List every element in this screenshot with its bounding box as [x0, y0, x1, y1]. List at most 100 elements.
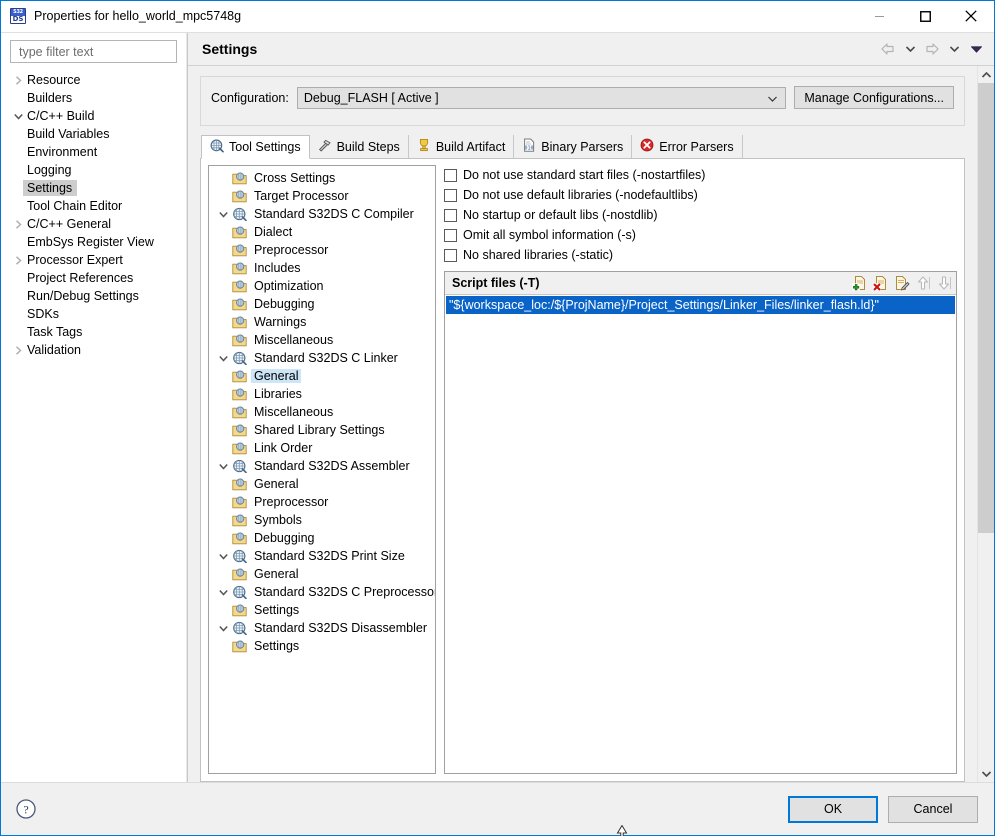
chevron-right-icon[interactable] — [11, 75, 25, 85]
option-checkbox-row[interactable]: No shared libraries (-static) — [444, 245, 957, 265]
close-button[interactable] — [948, 0, 994, 32]
delete-icon[interactable] — [872, 274, 890, 292]
tool-tree-item[interactable]: Standard S32DS C Preprocessor — [209, 583, 435, 601]
tool-tree-item[interactable]: Standard S32DS Disassembler — [209, 619, 435, 637]
manage-configurations-button[interactable]: Manage Configurations... — [794, 86, 954, 109]
sidebar-item-environment[interactable]: Environment — [1, 143, 186, 161]
sidebar-item-c-c-general[interactable]: C/C++ General — [1, 215, 186, 233]
maximize-button[interactable] — [902, 0, 948, 32]
filter-box[interactable] — [10, 40, 177, 63]
sidebar-item-build-variables[interactable]: Build Variables — [1, 125, 186, 143]
tool-tree-item[interactable]: Link Order — [209, 439, 435, 457]
forward-arrow-icon[interactable] — [922, 39, 942, 59]
option-checkbox-row[interactable]: Do not use standard start files (-nostar… — [444, 165, 957, 185]
ok-button[interactable]: OK — [788, 795, 878, 823]
sidebar-item-processor-expert[interactable]: Processor Expert — [1, 251, 186, 269]
tab-build-steps[interactable]: Build Steps — [309, 135, 409, 158]
chevron-down-icon[interactable] — [215, 588, 231, 597]
configuration-select[interactable]: Debug_FLASH [ Active ] — [296, 86, 787, 109]
tool-tree-item[interactable]: General — [209, 475, 435, 493]
edit-icon[interactable] — [893, 274, 911, 292]
sidebar-item-validation[interactable]: Validation — [1, 341, 186, 359]
script-files-list[interactable]: "${workspace_loc:/${ProjName}/Project_Se… — [445, 295, 956, 773]
tab-tool-settings[interactable]: Tool Settings — [201, 135, 310, 159]
option-checkbox-row[interactable]: Omit all symbol information (-s) — [444, 225, 957, 245]
tool-tree-item[interactable]: Optimization — [209, 277, 435, 295]
sidebar-item-tool-chain-editor[interactable]: Tool Chain Editor — [1, 197, 186, 215]
sidebar-item-run-debug-settings[interactable]: Run/Debug Settings — [1, 287, 186, 305]
forward-chevron-down-icon[interactable] — [944, 39, 964, 59]
tool-tree-item[interactable]: Standard S32DS C Linker — [209, 349, 435, 367]
scrollbar-track[interactable] — [978, 83, 994, 765]
sidebar-item-task-tags[interactable]: Task Tags — [1, 323, 186, 341]
tool-tree-item[interactable]: Cross Settings — [209, 169, 435, 187]
tool-tree-item[interactable]: General — [209, 565, 435, 583]
checkbox-icon[interactable] — [444, 188, 457, 202]
sidebar-item-c-c-build[interactable]: C/C++ Build — [1, 107, 186, 125]
sidebar-item-resource[interactable]: Resource — [1, 71, 186, 89]
chevron-down-icon[interactable] — [11, 112, 25, 121]
option-checkbox-row[interactable]: Do not use default libraries (-nodefault… — [444, 185, 957, 205]
filter-input[interactable] — [17, 43, 170, 60]
chevron-down-icon[interactable] — [215, 210, 231, 219]
minimize-button[interactable] — [856, 0, 902, 32]
move-down-icon — [935, 274, 953, 292]
s32ds-icon-bottom-text: DS — [12, 15, 24, 23]
sidebar-item-builders[interactable]: Builders — [1, 89, 186, 107]
checkbox-icon[interactable] — [444, 248, 457, 262]
checkbox-icon[interactable] — [444, 168, 457, 182]
tab-build-artifact[interactable]: Build Artifact — [408, 135, 515, 158]
view-menu-icon[interactable] — [966, 39, 986, 59]
sidebar-item-settings[interactable]: Settings — [1, 179, 186, 197]
sidebar-item-logging[interactable]: Logging — [1, 161, 186, 179]
chevron-down-icon[interactable] — [215, 552, 231, 561]
option-checkbox-row[interactable]: No startup or default libs (-nostdlib) — [444, 205, 957, 225]
tool-tree-item[interactable]: Settings — [209, 637, 435, 655]
checkbox-icon[interactable] — [444, 208, 457, 222]
help-icon[interactable]: ? — [15, 798, 37, 820]
tool-tree-item[interactable]: Miscellaneous — [209, 403, 435, 421]
scroll-down-icon[interactable] — [978, 765, 994, 782]
chevron-down-icon[interactable] — [215, 462, 231, 471]
checkbox-icon[interactable] — [444, 228, 457, 242]
tool-tree-item[interactable]: Standard S32DS C Compiler — [209, 205, 435, 223]
tool-tree-item[interactable]: Debugging — [209, 529, 435, 547]
tool-tree-item[interactable]: General — [209, 367, 435, 385]
tool-tree-item[interactable]: Miscellaneous — [209, 331, 435, 349]
back-arrow-icon[interactable] — [878, 39, 898, 59]
sidebar-item-embsys-register-view[interactable]: EmbSys Register View — [1, 233, 186, 251]
tool-tree-item[interactable]: Preprocessor — [209, 493, 435, 511]
tool-tree-item[interactable]: Debugging — [209, 295, 435, 313]
tool-tree-item[interactable]: Shared Library Settings — [209, 421, 435, 439]
s32ds-icon: S32 DS — [10, 8, 26, 24]
settings-vertical-scrollbar[interactable] — [977, 66, 994, 782]
script-file-item[interactable]: "${workspace_loc:/${ProjName}/Project_Se… — [446, 296, 955, 314]
chevron-down-icon[interactable] — [215, 354, 231, 363]
tool-tree-item[interactable]: Standard S32DS Print Size — [209, 547, 435, 565]
tool-tree-item[interactable]: Target Processor — [209, 187, 435, 205]
tool-tree-item[interactable]: Includes — [209, 259, 435, 277]
folder-tool-icon — [231, 297, 248, 311]
cancel-button[interactable]: Cancel — [888, 795, 978, 823]
tool-tree-item-label: Preprocessor — [254, 243, 329, 257]
scroll-up-icon[interactable] — [978, 66, 994, 83]
mouse-cursor-icon — [616, 824, 628, 836]
add-icon[interactable] — [851, 274, 869, 292]
tool-tree-item[interactable]: Warnings — [209, 313, 435, 331]
chevron-right-icon[interactable] — [11, 345, 25, 355]
tool-tree-item[interactable]: Standard S32DS Assembler — [209, 457, 435, 475]
tool-tree-item[interactable]: Preprocessor — [209, 241, 435, 259]
scrollbar-thumb[interactable] — [978, 83, 994, 534]
tab-binary-parsers[interactable]: 010 Binary Parsers — [514, 135, 633, 158]
chevron-right-icon[interactable] — [11, 219, 25, 229]
back-chevron-down-icon[interactable] — [900, 39, 920, 59]
tab-error-parsers[interactable]: Error Parsers — [632, 135, 743, 158]
sidebar-item-project-references[interactable]: Project References — [1, 269, 186, 287]
tool-tree-item[interactable]: Settings — [209, 601, 435, 619]
chevron-right-icon[interactable] — [11, 255, 25, 265]
chevron-down-icon[interactable] — [215, 624, 231, 633]
tool-tree-item[interactable]: Dialect — [209, 223, 435, 241]
tool-tree-item[interactable]: Libraries — [209, 385, 435, 403]
sidebar-item-sdks[interactable]: SDKs — [1, 305, 186, 323]
tool-tree-item[interactable]: Symbols — [209, 511, 435, 529]
